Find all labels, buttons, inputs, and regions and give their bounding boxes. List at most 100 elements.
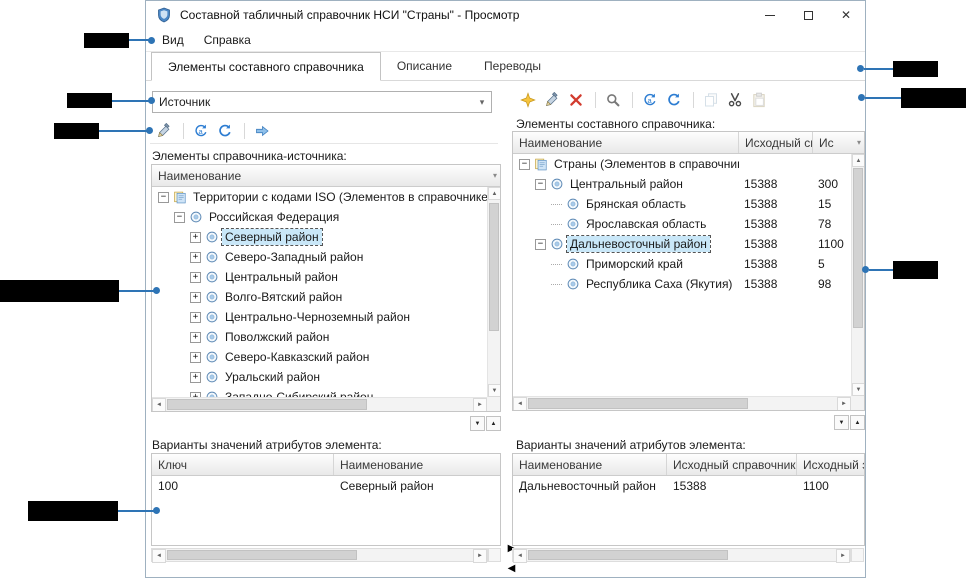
collapse-icon[interactable]: − (158, 192, 169, 203)
scroll-left-icon[interactable]: ◄ (513, 549, 527, 563)
column-header[interactable]: Исходный справочник (667, 454, 797, 475)
source-tree-horizontal-scrollbar[interactable]: ◄ ► (152, 397, 487, 411)
close-button[interactable]: ✕ (827, 1, 865, 29)
tree-row[interactable]: Республика Саха (Якутия)1538898 (513, 274, 851, 294)
tree-row[interactable]: −Дальневосточный район153881100 (513, 234, 851, 254)
maximize-button[interactable] (789, 1, 827, 29)
tree-row[interactable]: + Уральский район (152, 367, 487, 387)
tree-node-label[interactable]: Дальневосточный район (567, 236, 710, 252)
collapse-icon[interactable]: − (535, 179, 546, 190)
scrollbar-thumb[interactable] (489, 203, 499, 331)
tree-row[interactable]: − Территории с кодами ISO (Элементов в сп… (152, 187, 487, 207)
refresh-source-button[interactable]: a (190, 120, 212, 142)
tab-description[interactable]: Описание (381, 52, 468, 80)
tree-node-label[interactable]: Страны (Элементов в справочник (551, 156, 739, 172)
source-combobox[interactable]: Источник ▾ (152, 91, 492, 113)
scroll-left-icon[interactable]: ◄ (152, 549, 166, 563)
row-up-button[interactable]: ▲ (486, 416, 501, 431)
tree-node-label[interactable]: Западно-Сибирский район (222, 389, 376, 397)
cut-button[interactable] (724, 89, 746, 111)
tree-row[interactable]: + Центральный район (152, 267, 487, 287)
tree-row[interactable]: +Северо-Западный район (152, 247, 487, 267)
composite-attrs-horizontal-scrollbar[interactable]: ◄ ► (512, 548, 851, 562)
scroll-right-icon[interactable]: ► (473, 549, 487, 563)
composite-tree-vertical-scrollbar[interactable]: ▲ ▼ (851, 154, 864, 396)
column-header[interactable]: Ключ (152, 454, 334, 475)
expand-icon[interactable]: + (190, 352, 201, 363)
scroll-right-icon[interactable]: ► (837, 397, 851, 411)
column-header[interactable]: Исходный спр... (739, 132, 813, 153)
tree-node-label[interactable]: Центральный район (567, 176, 686, 192)
expand-icon[interactable]: + (190, 272, 201, 283)
forward-button[interactable] (251, 120, 273, 142)
scroll-right-icon[interactable]: ► (473, 398, 487, 412)
row-up-button[interactable]: ▲ (850, 415, 865, 430)
expand-icon[interactable]: + (190, 252, 201, 263)
tab-composite-elements[interactable]: Элементы составного справочника (151, 52, 381, 81)
expand-icon[interactable]: + (190, 332, 201, 343)
scrollbar-thumb[interactable] (167, 399, 367, 410)
tree-node-label[interactable]: Северный район (222, 229, 322, 245)
add-button[interactable] (517, 89, 539, 111)
minimize-button[interactable] (751, 1, 789, 29)
tree-row[interactable]: − Страны (Элементов в справочник (513, 154, 851, 174)
paste-button[interactable] (748, 89, 770, 111)
column-filter-icon[interactable]: ▾ (857, 139, 861, 147)
tree-row[interactable]: −Центральный район15388300 (513, 174, 851, 194)
tree-node-label[interactable]: Уральский район (222, 369, 323, 385)
composite-tree-horizontal-scrollbar[interactable]: ◄ ► (513, 396, 851, 410)
column-header-name[interactable]: Наименование (152, 165, 500, 186)
refresh-button[interactable] (214, 120, 236, 142)
edit-button[interactable] (153, 120, 175, 142)
collapse-icon[interactable]: − (535, 239, 546, 250)
tree-row[interactable]: + Северный район (152, 227, 487, 247)
tree-row[interactable]: Ярославская область1538878 (513, 214, 851, 234)
expand-icon[interactable]: + (190, 232, 201, 243)
expand-icon[interactable]: + (190, 372, 201, 383)
tree-row[interactable]: + Поволжский район (152, 327, 487, 347)
edit-button[interactable] (541, 89, 563, 111)
collapse-icon[interactable]: − (174, 212, 185, 223)
tree-row[interactable]: +Западно-Сибирский район (152, 387, 487, 397)
scrollbar-thumb[interactable] (853, 168, 863, 328)
scroll-left-icon[interactable]: ◄ (513, 397, 527, 411)
delete-button[interactable] (565, 89, 587, 111)
scrollbar-thumb[interactable] (167, 550, 357, 560)
menu-help[interactable]: Справка (194, 30, 261, 50)
tree-row[interactable]: Брянская область1538815 (513, 194, 851, 214)
column-header[interactable]: Наименование (513, 132, 739, 153)
scroll-down-icon[interactable]: ▼ (488, 384, 501, 397)
column-header[interactable]: Исходный элем (797, 454, 865, 475)
collapse-icon[interactable]: − (519, 159, 530, 170)
expand-icon[interactable]: + (190, 292, 201, 303)
tree-node-label[interactable]: Территории с кодами ISO (Элементов в спр… (190, 189, 487, 205)
row-down-button[interactable]: ▼ (470, 416, 485, 431)
copy-button[interactable] (700, 89, 722, 111)
tree-node-label[interactable]: Центрально-Черноземный район (222, 309, 413, 325)
tree-node-label[interactable]: Ярославская область (583, 216, 709, 232)
refresh-button[interactable] (663, 89, 685, 111)
tree-node-label[interactable]: Поволжский район (222, 329, 332, 345)
tree-node-label[interactable]: Северо-Кавказский район (222, 349, 372, 365)
scroll-down-icon[interactable]: ▼ (852, 383, 865, 396)
scrollbar-thumb[interactable] (528, 550, 728, 560)
scroll-up-icon[interactable]: ▲ (852, 154, 865, 167)
table-row[interactable]: Дальневосточный район153881100 (513, 476, 864, 496)
column-filter-icon[interactable]: ▾ (493, 172, 497, 180)
menu-view[interactable]: Вид (152, 30, 194, 50)
tab-translations[interactable]: Переводы (468, 52, 557, 80)
scroll-right-icon[interactable]: ► (836, 549, 850, 563)
row-down-button[interactable]: ▼ (834, 415, 849, 430)
tree-node-label[interactable]: Брянская область (583, 196, 689, 212)
tree-row[interactable]: −Российская Федерация (152, 207, 487, 227)
source-tree-vertical-scrollbar[interactable]: ▲ ▼ (487, 187, 500, 397)
tree-node-label[interactable]: Центральный район (222, 269, 341, 285)
splitter-collapse-icon[interactable]: ◀ (505, 561, 518, 576)
column-header[interactable]: Наименование (334, 454, 500, 475)
tree-row[interactable]: + Волго-Вятский район (152, 287, 487, 307)
tree-node-label[interactable]: Волго-Вятский район (222, 289, 345, 305)
tree-node-label[interactable]: Республика Саха (Якутия) (583, 276, 735, 292)
source-attrs-horizontal-scrollbar[interactable]: ◄ ► (151, 548, 488, 562)
refresh-source-button[interactable]: a (639, 89, 661, 111)
tree-node-label[interactable]: Приморский край (583, 256, 686, 272)
